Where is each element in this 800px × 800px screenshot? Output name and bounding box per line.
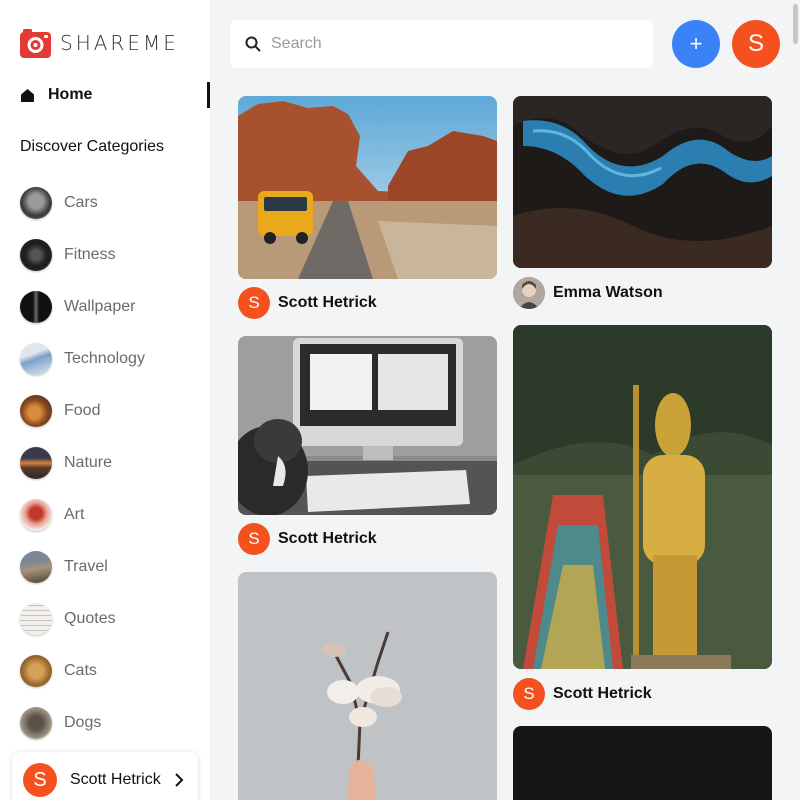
logo-text: SHAREME (60, 30, 179, 55)
desert-road-image (238, 96, 497, 279)
home-icon (21, 88, 34, 102)
chevron-right-icon (174, 773, 184, 787)
category-label: Wallpaper (64, 298, 136, 315)
author-avatar-photo (513, 277, 545, 309)
scrollbar-thumb[interactable] (793, 4, 798, 44)
dogs-thumbnail (20, 707, 52, 739)
canyon-image (513, 96, 772, 268)
sidebar-item-cats[interactable]: Cats (20, 645, 145, 697)
scrollbar[interactable] (792, 0, 800, 800)
user-profile-link[interactable]: S Scott Hetrick (12, 752, 198, 800)
sidebar-item-nature[interactable]: Nature (20, 437, 145, 489)
sidebar-item-quotes[interactable]: Quotes (20, 593, 145, 645)
category-label: Art (64, 506, 85, 523)
author-avatar: S (513, 678, 545, 710)
travel-thumbnail (20, 551, 52, 583)
person-photo-icon (513, 277, 545, 309)
camera-icon (20, 29, 51, 58)
sidebar-item-home[interactable]: Home (20, 82, 210, 108)
category-label: Nature (64, 454, 113, 471)
sidebar-item-travel[interactable]: Travel (20, 541, 145, 593)
home-label: Home (48, 86, 93, 103)
pin-author[interactable]: S Scott Hetrick (238, 523, 377, 555)
category-label: Technology (64, 350, 145, 367)
profile-avatar-button[interactable]: S (732, 20, 780, 68)
dark-image (513, 726, 772, 800)
user-name: Scott Hetrick (70, 771, 161, 788)
sidebar-item-dogs[interactable]: Dogs (20, 697, 145, 749)
pin-image-desert-road[interactable] (238, 96, 497, 279)
pin-image-canyon[interactable] (513, 96, 772, 268)
pin-author[interactable]: S Scott Hetrick (513, 678, 652, 710)
fitness-thumbnail (20, 239, 52, 271)
category-label: Cats (64, 662, 97, 679)
author-avatar: S (238, 287, 270, 319)
wallpaper-thumbnail (20, 291, 52, 323)
art-thumbnail (20, 499, 52, 531)
author-name: Emma Watson (553, 284, 663, 301)
search-input[interactable] (271, 35, 631, 53)
pin-image-cat-computer[interactable] (238, 336, 497, 515)
nature-thumbnail (20, 447, 52, 479)
author-avatar: S (238, 523, 270, 555)
category-label: Fitness (64, 246, 116, 263)
cars-thumbnail (20, 187, 52, 219)
author-name: Scott Hetrick (553, 685, 652, 702)
category-label: Travel (64, 558, 108, 575)
author-name: Scott Hetrick (278, 294, 377, 311)
sidebar-item-fitness[interactable]: Fitness (20, 229, 145, 281)
sidebar-item-wallpaper[interactable]: Wallpaper (20, 281, 145, 333)
user-avatar: S (23, 763, 57, 797)
sidebar-item-technology[interactable]: Technology (20, 333, 145, 385)
sidebar-item-food[interactable]: Food (20, 385, 145, 437)
sidebar-item-cars[interactable]: Cars (20, 177, 145, 229)
search-icon (245, 36, 261, 52)
sidebar-item-art[interactable]: Art (20, 489, 145, 541)
category-label: Dogs (64, 714, 102, 731)
sidebar: SHAREME Home Discover Categories Cars Fi… (0, 0, 210, 800)
technology-thumbnail (20, 343, 52, 375)
pin-image-golden-statue[interactable] (513, 325, 772, 669)
create-pin-button[interactable]: + (672, 20, 720, 68)
cat-computer-image (238, 336, 497, 515)
category-label: Food (64, 402, 101, 419)
flowers-image (238, 572, 497, 800)
logo[interactable]: SHAREME (20, 27, 179, 58)
category-list: Cars Fitness Wallpaper Technology Food N… (20, 177, 145, 749)
pin-image-flowers[interactable] (238, 572, 497, 800)
category-label: Quotes (64, 610, 116, 627)
pin-author[interactable]: Emma Watson (513, 277, 663, 309)
food-thumbnail (20, 395, 52, 427)
pin-author[interactable]: S Scott Hetrick (238, 287, 377, 319)
pin-image-dark[interactable] (513, 726, 772, 800)
categories-heading: Discover Categories (20, 138, 165, 155)
search-bar[interactable] (230, 20, 653, 68)
category-label: Cars (64, 194, 98, 211)
quotes-thumbnail (20, 603, 52, 635)
cats-thumbnail (20, 655, 52, 687)
author-name: Scott Hetrick (278, 530, 377, 547)
golden-statue-image (513, 325, 772, 669)
